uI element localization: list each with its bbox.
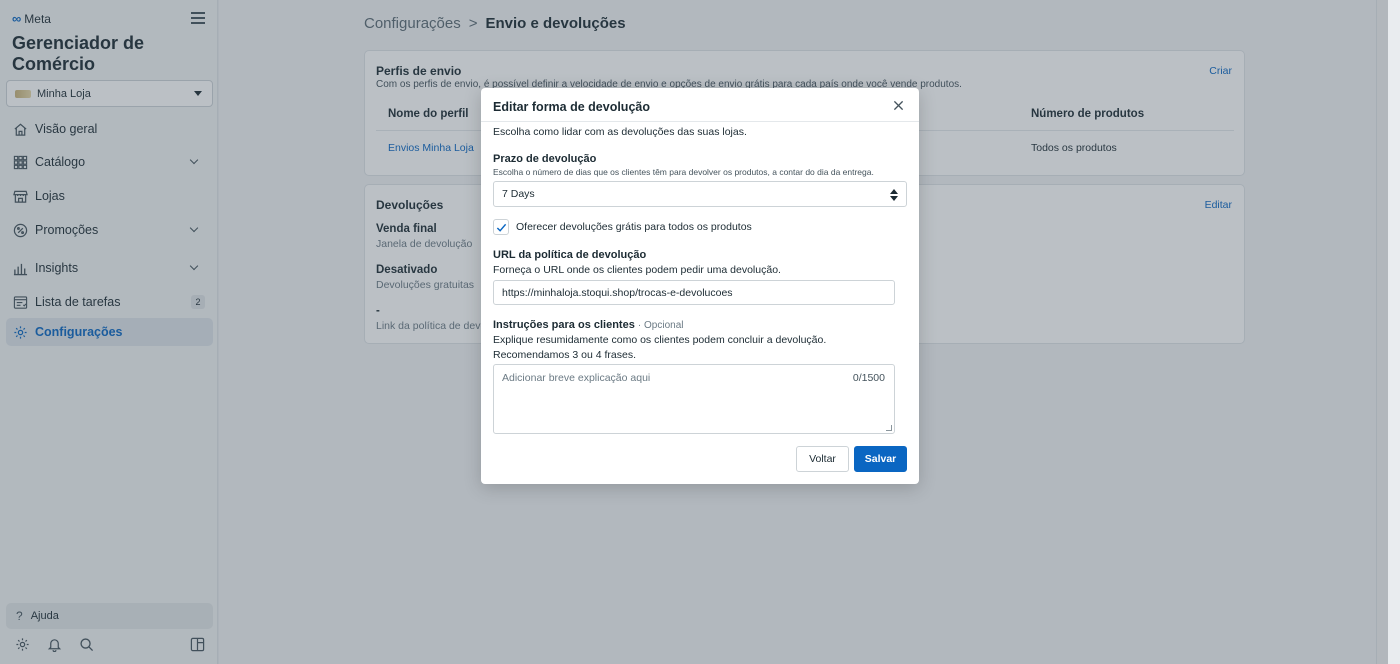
select-arrows-icon xyxy=(890,188,898,202)
dialog-divider xyxy=(481,121,919,122)
free-returns-checkbox[interactable] xyxy=(493,219,509,235)
instructions-recommendation: Recomendamos 3 ou 4 frases. xyxy=(493,349,636,361)
return-deadline-select[interactable]: 7 Days xyxy=(493,181,907,207)
instructions-field: 0/1500 xyxy=(493,364,895,434)
close-icon[interactable] xyxy=(891,98,905,112)
instructions-hint: Explique resumidamente como os clientes … xyxy=(493,334,827,346)
resize-handle[interactable] xyxy=(886,425,892,431)
policy-url-label: URL da política de devolução xyxy=(493,249,647,261)
optional-tag: · Opcional xyxy=(637,320,684,331)
save-button[interactable]: Salvar xyxy=(854,446,907,472)
instructions-label-text: Instruções para os clientes xyxy=(493,319,635,331)
policy-url-hint: Forneça o URL onde os clientes podem ped… xyxy=(493,264,781,276)
edit-return-method-dialog: Editar forma de devolução Escolha como l… xyxy=(481,88,919,484)
character-counter: 0/1500 xyxy=(852,372,885,384)
deadline-label: Prazo de devolução xyxy=(493,153,597,165)
back-button[interactable]: Voltar xyxy=(796,446,849,472)
instructions-label: Instruções para os clientes · Opcional xyxy=(493,319,683,331)
free-returns-option[interactable]: Oferecer devoluções grátis para todos os… xyxy=(493,219,752,235)
deadline-selected-value: 7 Days xyxy=(502,188,535,200)
dialog-title: Editar forma de devolução xyxy=(493,100,650,114)
policy-url-input[interactable] xyxy=(493,280,895,305)
dialog-intro: Escolha como lidar com as devoluções das… xyxy=(493,126,747,138)
free-returns-label: Oferecer devoluções grátis para todos os… xyxy=(516,221,752,233)
deadline-hint: Escolha o número de dias que os clientes… xyxy=(493,167,874,177)
instructions-textarea[interactable] xyxy=(494,365,894,433)
